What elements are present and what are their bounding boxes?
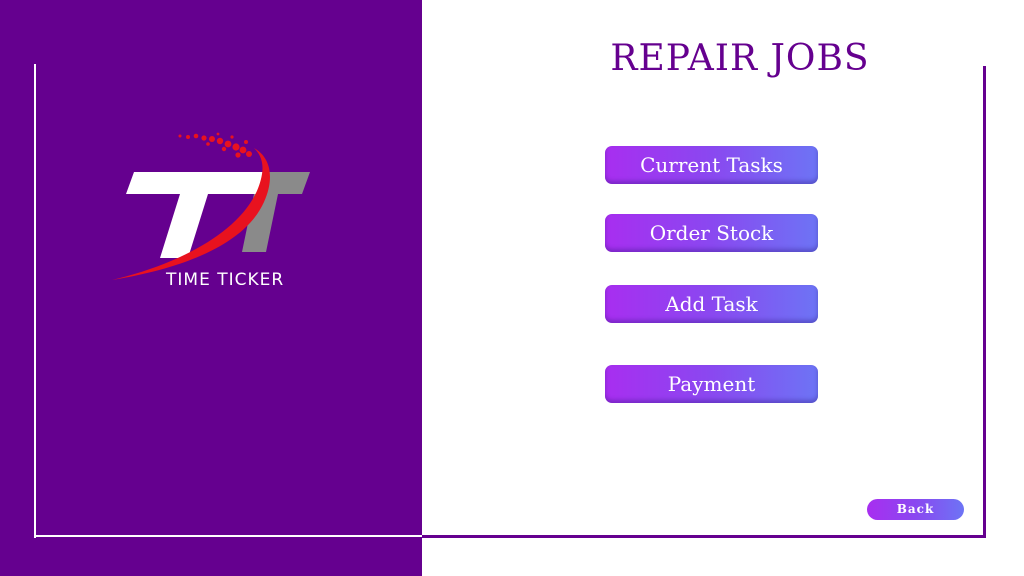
- logo-wordmark: TIME TICKER: [166, 270, 285, 290]
- left-frame-line: [34, 64, 36, 538]
- repair-jobs-screen: TIME TICKER REPAIR JOBS Current Tasks Or…: [0, 0, 1024, 576]
- page-title: REPAIR JOBS: [610, 38, 870, 79]
- logo-splatter-dots: [178, 132, 252, 158]
- bottom-frame-line-left: [34, 535, 422, 537]
- order-stock-button[interactable]: Order Stock: [605, 214, 818, 252]
- current-tasks-button[interactable]: Current Tasks: [605, 146, 818, 184]
- payment-button[interactable]: Payment: [605, 365, 818, 403]
- bottom-frame-line-right: [422, 535, 986, 538]
- right-frame-line: [983, 66, 986, 538]
- add-task-button[interactable]: Add Task: [605, 285, 818, 323]
- back-button[interactable]: Back: [867, 499, 964, 520]
